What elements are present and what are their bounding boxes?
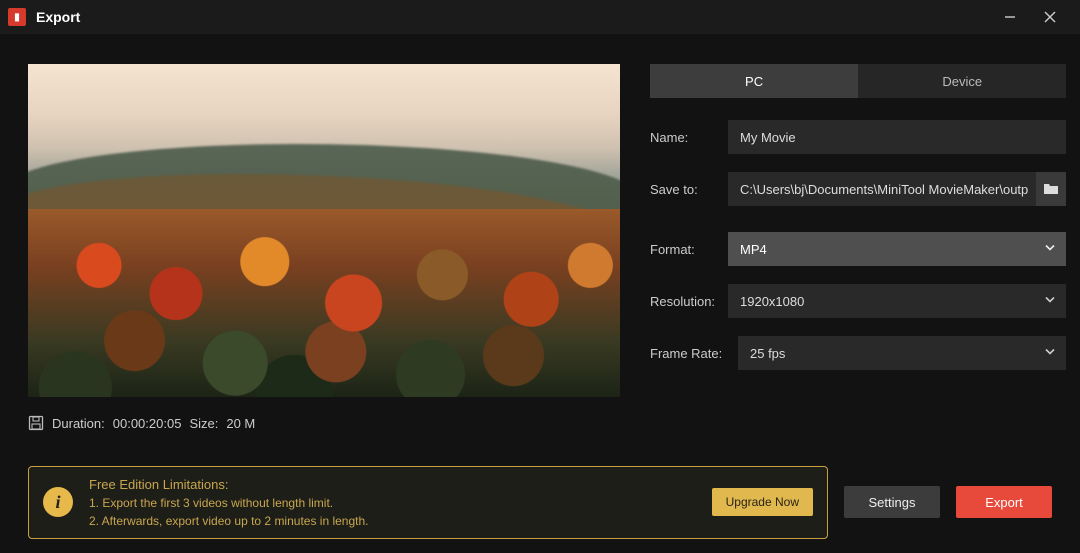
size-value: 20 M — [226, 416, 255, 431]
export-button[interactable]: Export — [956, 486, 1052, 518]
banner-heading: Free Edition Limitations: — [89, 475, 696, 495]
chevron-down-icon — [1044, 346, 1056, 361]
folder-icon — [1043, 182, 1059, 196]
duration-label: Duration: — [52, 416, 105, 431]
video-preview — [28, 64, 620, 397]
target-tabs: PC Device — [650, 64, 1066, 98]
limitations-banner: i Free Edition Limitations: 1. Export th… — [28, 466, 828, 540]
size-label: Size: — [189, 416, 218, 431]
name-label: Name: — [650, 130, 728, 145]
format-value: MP4 — [740, 242, 767, 257]
save-disk-icon — [28, 415, 44, 431]
minimize-button[interactable] — [990, 0, 1030, 34]
save-to-label: Save to: — [650, 182, 728, 197]
resolution-value: 1920x1080 — [740, 294, 804, 309]
tab-pc[interactable]: PC — [650, 64, 858, 98]
save-to-input[interactable]: C:\Users\bj\Documents\MiniTool MovieMake… — [728, 172, 1036, 206]
resolution-select[interactable]: 1920x1080 — [728, 284, 1066, 318]
upgrade-button[interactable]: Upgrade Now — [712, 488, 813, 516]
title-bar: ▮ Export — [0, 0, 1080, 34]
browse-button[interactable] — [1036, 172, 1067, 206]
framerate-select[interactable]: 25 fps — [738, 336, 1066, 370]
framerate-value: 25 fps — [750, 346, 785, 361]
framerate-label: Frame Rate: — [650, 346, 738, 361]
duration-value: 00:00:20:05 — [113, 416, 182, 431]
tab-device[interactable]: Device — [858, 64, 1066, 98]
chevron-down-icon — [1044, 294, 1056, 309]
banner-line-2: 2. Afterwards, export video up to 2 minu… — [89, 512, 696, 530]
banner-line-1: 1. Export the first 3 videos without len… — [89, 494, 696, 512]
close-button[interactable] — [1030, 0, 1070, 34]
settings-button[interactable]: Settings — [844, 486, 940, 518]
chevron-down-icon — [1044, 242, 1056, 257]
name-input[interactable]: My Movie — [728, 120, 1066, 154]
minimize-icon — [1004, 11, 1016, 23]
format-label: Format: — [650, 242, 728, 257]
format-select[interactable]: MP4 — [728, 232, 1066, 266]
app-icon: ▮ — [8, 8, 26, 26]
close-icon — [1044, 11, 1056, 23]
info-icon: i — [43, 487, 73, 517]
window-title: Export — [36, 9, 80, 25]
preview-info: Duration: 00:00:20:05 Size: 20 M — [28, 415, 620, 431]
resolution-label: Resolution: — [650, 294, 728, 309]
